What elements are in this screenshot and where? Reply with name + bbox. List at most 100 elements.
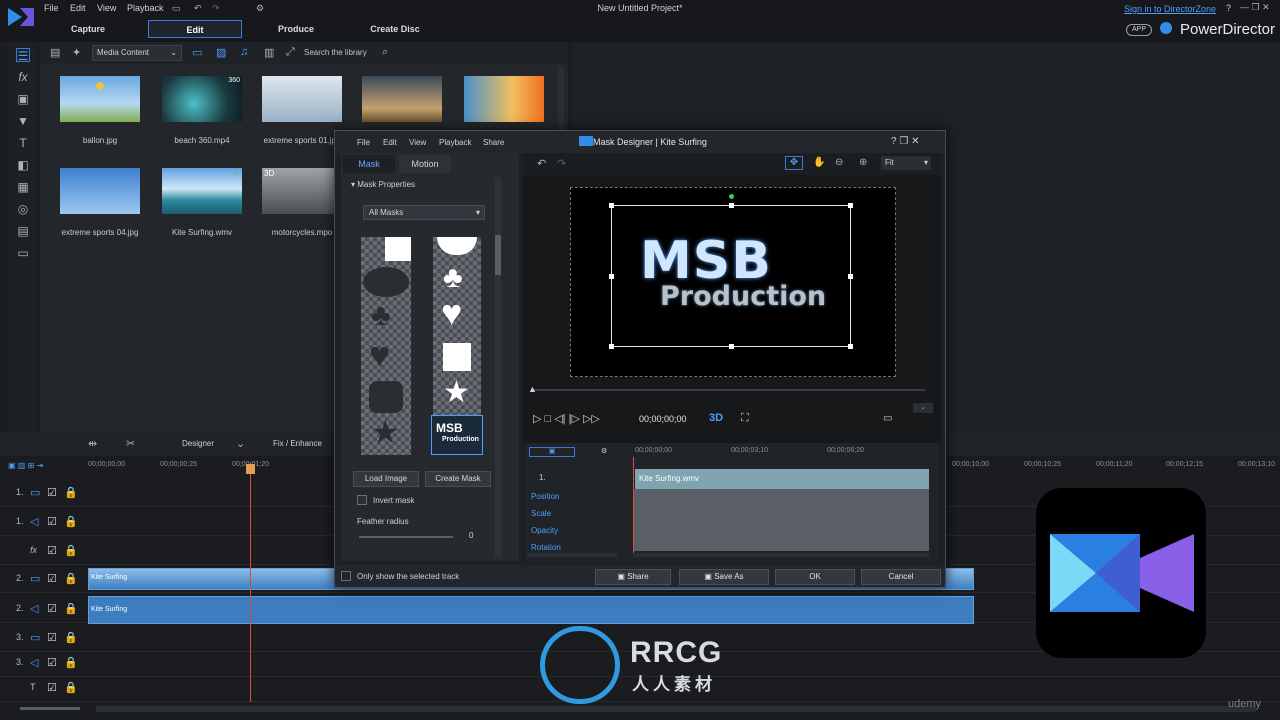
mask-star-white[interactable]: ★ bbox=[443, 377, 470, 409]
mask-ellipse[interactable] bbox=[363, 267, 409, 297]
mask-custom-msb[interactable]: MSB Production bbox=[431, 415, 483, 455]
keyframe-scale[interactable]: Scale bbox=[527, 506, 631, 522]
mask-filter-dropdown[interactable]: All Masks ▾ bbox=[363, 205, 485, 220]
playhead[interactable] bbox=[250, 462, 251, 702]
mask-selection-box[interactable] bbox=[609, 194, 853, 349]
chapter-room-icon[interactable]: ▤ bbox=[16, 224, 30, 238]
3d-mode-toggle[interactable]: 3D bbox=[709, 412, 723, 424]
dialog-timeline-scrollbar[interactable] bbox=[633, 553, 929, 557]
dialog-playhead[interactable] bbox=[633, 457, 634, 553]
library-search-input[interactable]: Search the library bbox=[304, 45, 394, 61]
lock-icon[interactable]: 🔒 bbox=[64, 602, 78, 615]
lock-icon[interactable]: 🔒 bbox=[64, 515, 78, 528]
account-icon[interactable] bbox=[1160, 22, 1172, 34]
move-tool-icon[interactable]: ✥ bbox=[785, 156, 803, 170]
keyframe-rotation[interactable]: Rotation bbox=[527, 540, 631, 550]
ok-button[interactable]: OK bbox=[775, 569, 855, 585]
keyframe-settings-icon[interactable]: ⚙ bbox=[601, 447, 607, 455]
import-icon[interactable]: ▤ bbox=[50, 46, 60, 59]
fx-room-icon[interactable]: fx bbox=[16, 70, 30, 84]
tab-produce[interactable]: Produce bbox=[266, 20, 326, 38]
media-thumb-extreme-sports-04[interactable] bbox=[60, 168, 140, 214]
video-filter-icon[interactable]: ▭ bbox=[192, 46, 202, 59]
save-as-button[interactable]: ▣ Save As bbox=[679, 569, 769, 585]
menu-playback[interactable]: Playback bbox=[127, 3, 164, 13]
mask-heart-white[interactable]: ♥ bbox=[441, 295, 462, 331]
audio-mixing-icon[interactable]: ▦ bbox=[16, 180, 30, 194]
track-enable-checkbox[interactable]: ☑ bbox=[47, 486, 57, 499]
share-button[interactable]: ▣ Share bbox=[595, 569, 671, 585]
dialog-menu-view[interactable]: View bbox=[409, 138, 426, 147]
fix-enhance-button[interactable]: Fix / Enhance bbox=[273, 439, 322, 448]
audio-filter-icon[interactable]: ♫ bbox=[240, 46, 248, 58]
tab-motion[interactable]: Motion bbox=[399, 155, 451, 173]
expand-icon[interactable]: ⤢ bbox=[286, 46, 295, 59]
lock-icon[interactable]: 🔒 bbox=[64, 486, 78, 499]
split-icon[interactable]: ⇹ bbox=[88, 437, 97, 450]
menu-edit[interactable]: Edit bbox=[70, 3, 86, 13]
pip-room-icon[interactable]: ▣ bbox=[16, 92, 30, 106]
tab-capture[interactable]: Capture bbox=[58, 20, 118, 38]
transition-room-icon[interactable]: ◧ bbox=[16, 158, 30, 172]
tab-mask[interactable]: Mask bbox=[343, 155, 395, 173]
mask-square-white[interactable] bbox=[443, 343, 471, 371]
mask-heart[interactable]: ♥ bbox=[369, 337, 390, 373]
media-thumb-motorcycles[interactable]: 3D bbox=[262, 168, 342, 214]
dialog-zoom-slider[interactable] bbox=[527, 553, 617, 557]
fullscreen-icon[interactable]: ⛶ bbox=[741, 412, 749, 425]
media-room-icon[interactable]: ☰ bbox=[16, 48, 30, 63]
timeline-clip-audio[interactable]: Kite Surfing bbox=[88, 596, 974, 624]
mask-grid-scrollbar[interactable] bbox=[495, 235, 501, 275]
redo-icon[interactable]: ↷ bbox=[557, 157, 566, 170]
designer-dropdown[interactable]: Designer bbox=[182, 439, 214, 448]
mask-ellipse-white[interactable] bbox=[437, 237, 477, 255]
media-thumb-beach-360[interactable]: 360 bbox=[162, 76, 242, 122]
resize-handle[interactable] bbox=[848, 274, 853, 279]
dialog-window-controls[interactable]: ? ❐ ✕ bbox=[891, 136, 919, 147]
resize-handle[interactable] bbox=[848, 344, 853, 349]
window-controls[interactable]: — ❐ ✕ bbox=[1240, 2, 1270, 13]
media-thumb-extreme-sports-02[interactable] bbox=[362, 76, 442, 122]
zoom-dropdown[interactable]: Fit ▾ bbox=[881, 156, 931, 170]
resize-handle[interactable] bbox=[609, 203, 614, 208]
keyframe-view-toggle[interactable]: ▣ bbox=[529, 447, 575, 457]
resize-handle[interactable] bbox=[729, 344, 734, 349]
timecode-display[interactable]: 00;00;00;00 bbox=[639, 414, 687, 424]
undo-icon[interactable]: ↶ bbox=[194, 3, 202, 14]
media-thumb-extreme-sports-03[interactable] bbox=[464, 76, 544, 122]
mask-properties-header[interactable]: ▾ Mask Properties bbox=[351, 180, 415, 189]
resize-handle[interactable] bbox=[729, 203, 734, 208]
menu-view[interactable]: View bbox=[97, 3, 116, 13]
subtitle-room-icon[interactable]: ▭ bbox=[16, 246, 30, 260]
mask-rectangle[interactable] bbox=[385, 237, 411, 261]
track-manager-icons[interactable]: ▣ ▥ ⊞ ⇥ bbox=[8, 461, 84, 473]
chevron-down-icon[interactable]: ⌄ bbox=[236, 437, 245, 450]
mask-clover[interactable]: ♣ bbox=[371, 299, 391, 333]
track-enable-checkbox[interactable]: ☑ bbox=[47, 515, 57, 528]
search-icon[interactable]: ⌕ bbox=[382, 46, 388, 59]
tab-create-disc[interactable]: Create Disc bbox=[362, 20, 428, 38]
mask-rounded-square[interactable] bbox=[369, 381, 403, 413]
load-image-button[interactable]: Load Image bbox=[353, 471, 419, 487]
resize-handle[interactable] bbox=[609, 344, 614, 349]
dialog-clip[interactable]: Kite Surfing.wmv bbox=[635, 469, 929, 489]
invert-mask-checkbox[interactable] bbox=[357, 495, 367, 505]
scrub-marker-icon[interactable]: ▲ bbox=[528, 384, 537, 394]
redo-icon[interactable]: ↷ bbox=[212, 3, 220, 14]
voiceover-icon[interactable]: ◎ bbox=[16, 202, 30, 216]
lock-icon[interactable]: 🔒 bbox=[64, 572, 78, 585]
track-enable-checkbox[interactable]: ☑ bbox=[47, 656, 57, 669]
dialog-menu-share[interactable]: Share bbox=[483, 138, 504, 147]
timeline-scrollbar[interactable] bbox=[96, 706, 1256, 712]
feather-radius-slider[interactable] bbox=[359, 536, 453, 538]
dialog-menu-edit[interactable]: Edit bbox=[383, 138, 397, 147]
track-enable-checkbox[interactable]: ☑ bbox=[47, 544, 57, 557]
track-enable-checkbox[interactable]: ☑ bbox=[47, 631, 57, 644]
zoom-in-icon[interactable]: ⊕ bbox=[859, 157, 867, 168]
dialog-menu-playback[interactable]: Playback bbox=[439, 138, 471, 147]
particle-room-icon[interactable]: ▼ bbox=[16, 114, 30, 128]
create-mask-button[interactable]: Create Mask bbox=[425, 471, 491, 487]
track-enable-checkbox[interactable]: ☑ bbox=[47, 572, 57, 585]
keyframe-position[interactable]: Position bbox=[527, 489, 631, 505]
media-thumb-kite-surfing[interactable]: ✓ bbox=[162, 168, 242, 214]
